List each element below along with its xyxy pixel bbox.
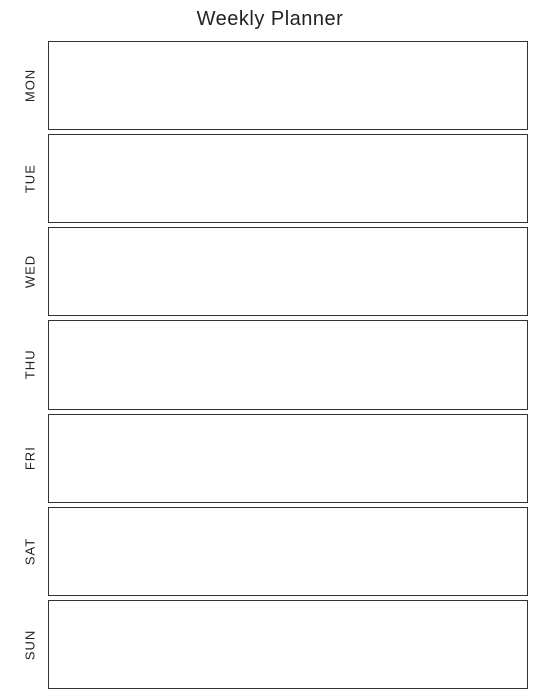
day-label-fri: FRI — [12, 414, 48, 503]
day-box-tue[interactable] — [48, 134, 528, 223]
day-label-tue: TUE — [12, 134, 48, 223]
page-title: Weekly Planner — [197, 8, 344, 31]
day-row-wed: WED — [12, 227, 528, 316]
day-box-wed[interactable] — [48, 227, 528, 316]
day-row-thu: THU — [12, 320, 528, 409]
day-label-thu: THU — [12, 320, 48, 409]
day-label-mon: MON — [12, 41, 48, 130]
day-row-sun: SUN — [12, 600, 528, 689]
day-box-sun[interactable] — [48, 600, 528, 689]
day-box-thu[interactable] — [48, 320, 528, 409]
day-row-tue: TUE — [12, 134, 528, 223]
day-label-wed: WED — [12, 227, 48, 316]
day-box-fri[interactable] — [48, 414, 528, 503]
day-row-fri: FRI — [12, 414, 528, 503]
planner-grid: MON TUE WED THU FRI SAT SUN — [12, 41, 528, 689]
day-row-sat: SAT — [12, 507, 528, 596]
day-box-mon[interactable] — [48, 41, 528, 130]
day-label-sun: SUN — [12, 600, 48, 689]
day-box-sat[interactable] — [48, 507, 528, 596]
day-label-sat: SAT — [12, 507, 48, 596]
day-row-mon: MON — [12, 41, 528, 130]
